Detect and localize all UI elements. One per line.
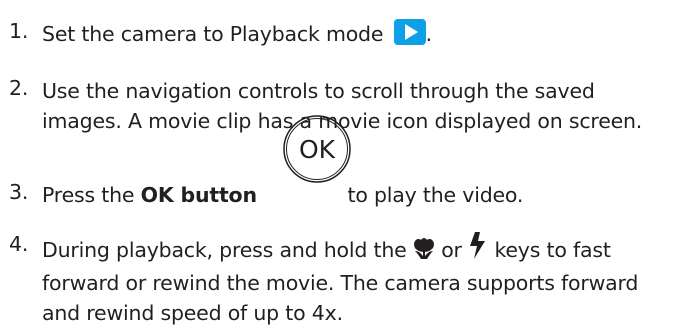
step-4-line-1: During playback, press and hold the or k… xyxy=(42,232,670,268)
step-2-line-1: Use the navigation controls to scroll th… xyxy=(42,79,595,103)
step-3-text-before: Press the xyxy=(42,183,135,207)
step-text: During playback, press and hold the or k… xyxy=(42,232,670,328)
flash-icon xyxy=(468,232,488,267)
step-text: Use the navigation controls to scroll th… xyxy=(42,76,670,136)
step-number: 3. xyxy=(9,180,29,204)
step-4-line-2: forward or rewind the movie. The camera … xyxy=(42,271,639,295)
step-4-text-after: keys to fast xyxy=(494,238,611,262)
step-3-text-after: to play the video. xyxy=(347,183,524,207)
step-number: 2. xyxy=(9,76,29,100)
step-4-text-before: During playback, press and hold the xyxy=(42,238,407,262)
playback-icon xyxy=(393,19,426,45)
step-text: Press the OK button to play the video. xyxy=(42,180,670,210)
ok-button-text: OK button xyxy=(140,183,257,207)
ok-button-icon: OK xyxy=(282,114,352,184)
step-number: 1. xyxy=(9,19,29,43)
ok-button-label: OK xyxy=(298,134,336,164)
step-number: 4. xyxy=(9,232,29,256)
step-2-line-2: images. A movie clip has a movie icon di… xyxy=(42,109,643,133)
step-1-text: Set the camera to Playback mode xyxy=(42,22,384,46)
or-text: or xyxy=(441,238,462,262)
step-1-period: . xyxy=(425,22,433,46)
macro-flower-icon xyxy=(413,238,435,268)
step-text: Set the camera to Playback mode . xyxy=(42,19,670,49)
step-4-line-3: and rewind speed of up to 4x. xyxy=(42,301,343,325)
